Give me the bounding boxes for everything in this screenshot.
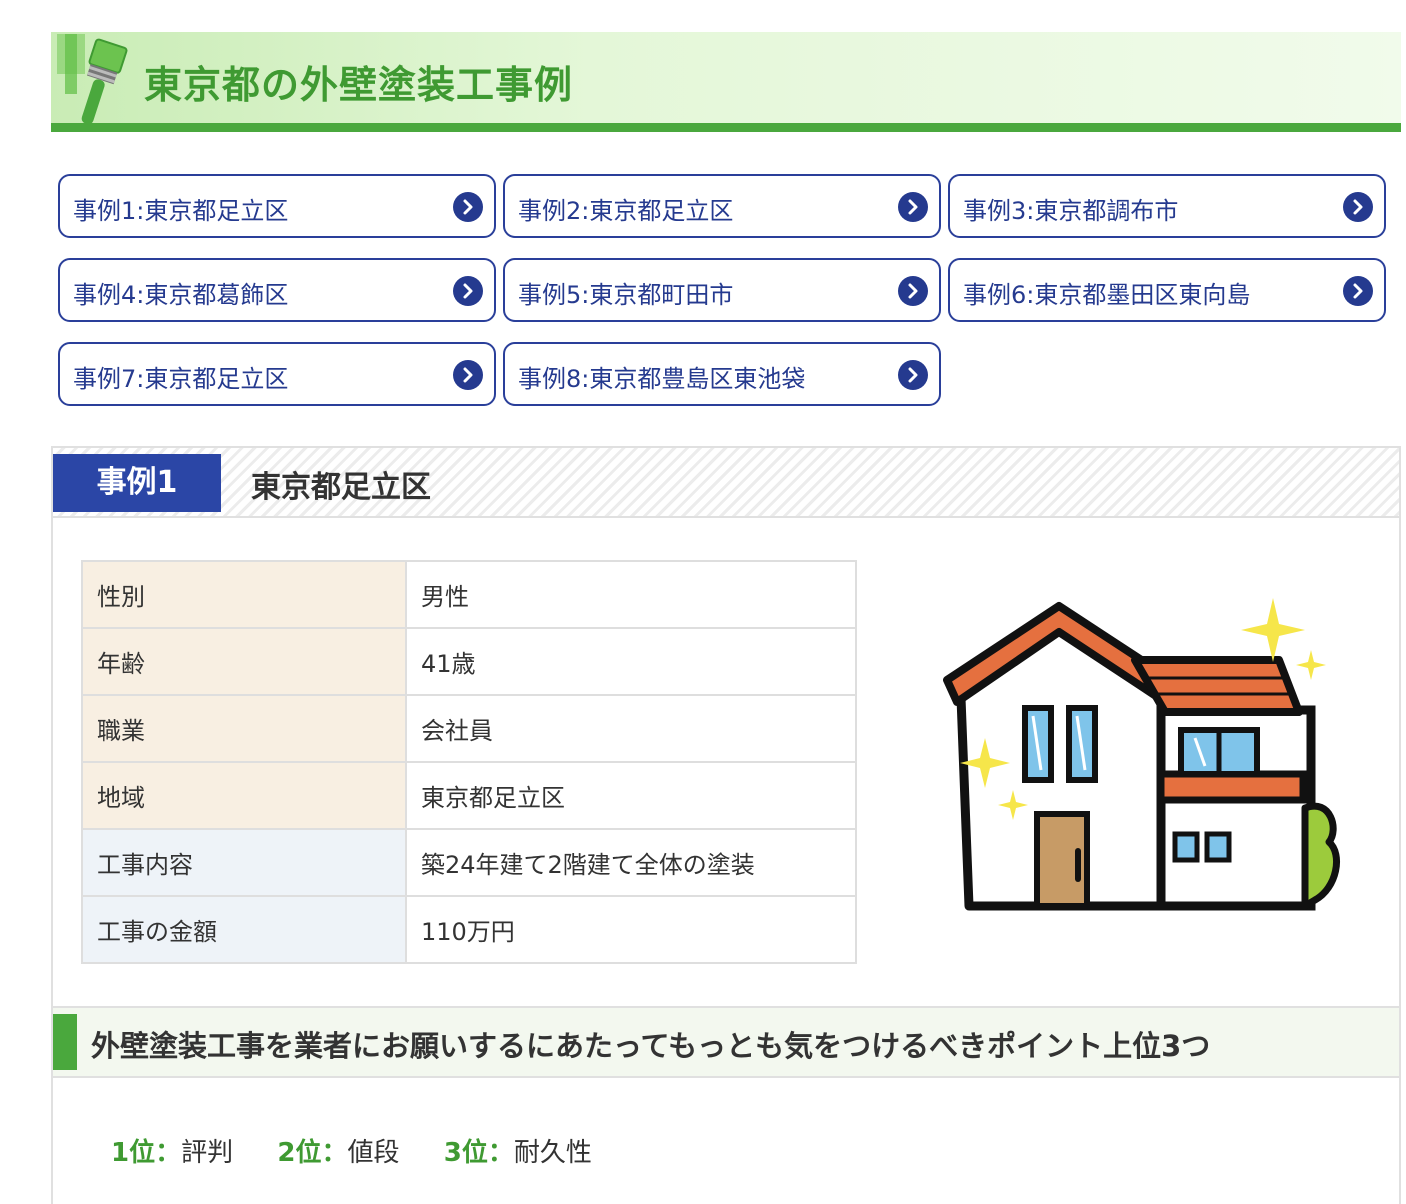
points-ranking: 1位：評判 2位：値段 3位：耐久性 — [111, 1132, 628, 1169]
table-key: 工事の金額 — [81, 895, 407, 964]
case-link-1[interactable]: 事例1:東京都足立区 — [58, 174, 496, 238]
table-value: 41歳 — [405, 627, 857, 696]
table-row: 地域 東京都足立区 — [81, 761, 857, 830]
rank-value: 評判 — [181, 1138, 234, 1168]
chevron-right-icon — [898, 360, 928, 390]
rank-value: 値段 — [347, 1138, 400, 1168]
table-row: 工事内容 築24年建て2階建て全体の塗装 — [81, 828, 857, 897]
rank-label: 3位： — [443, 1138, 514, 1168]
case-link-5[interactable]: 事例5:東京都町田市 — [503, 258, 941, 322]
case-link-label: 事例1:東京都足立区 — [73, 197, 289, 225]
points-heading: 外壁塗装工事を業者にお願いするにあたってもっとも気をつけるべきポイント上位3つ — [91, 1029, 1211, 1063]
case-link-7[interactable]: 事例7:東京都足立区 — [58, 342, 496, 406]
paint-brush-icon — [57, 34, 128, 125]
case-info-table: 性別 男性 年齢 41歳 職業 会社員 地域 東京都足立区 工事内容 築24年建… — [81, 560, 857, 964]
chevron-right-icon — [898, 276, 928, 306]
chevron-right-icon — [453, 276, 483, 306]
table-row: 性別 男性 — [81, 560, 857, 629]
table-value: 男性 — [405, 560, 857, 629]
case-link-8[interactable]: 事例8:東京都豊島区東池袋 — [503, 342, 941, 406]
rank-item: 1位：評判 — [111, 1132, 233, 1169]
table-key: 年齢 — [81, 627, 407, 696]
chevron-right-icon — [1343, 192, 1373, 222]
rank-label: 1位： — [111, 1138, 182, 1168]
table-key: 工事内容 — [81, 828, 407, 897]
table-row: 職業 会社員 — [81, 694, 857, 763]
case-link-label: 事例8:東京都豊島区東池袋 — [518, 365, 806, 393]
chevron-right-icon — [453, 192, 483, 222]
table-value: 会社員 — [405, 694, 857, 763]
table-row: 年齢 41歳 — [81, 627, 857, 696]
points-heading-bar: 外壁塗装工事を業者にお願いするにあたってもっとも気をつけるべきポイント上位3つ — [53, 1006, 1399, 1078]
rank-item: 2位：値段 — [277, 1132, 399, 1169]
house-illustration — [943, 598, 1340, 911]
case-link-4[interactable]: 事例4:東京都葛飾区 — [58, 258, 496, 322]
case-link-label: 事例5:東京都町田市 — [518, 281, 734, 309]
table-value: 東京都足立区 — [405, 761, 857, 830]
table-key: 性別 — [81, 560, 407, 629]
case-header: 事例1 東京都足立区 — [53, 448, 1399, 518]
case-link-label: 事例3:東京都調布市 — [963, 197, 1179, 225]
rank-item: 3位：耐久性 — [444, 1132, 592, 1169]
page-title: 東京都の外壁塗装工事例 — [144, 63, 574, 107]
table-key: 地域 — [81, 761, 407, 830]
page-header: 東京都の外壁塗装工事例 — [51, 32, 1401, 132]
rank-label: 2位： — [277, 1138, 348, 1168]
case-link-3[interactable]: 事例3:東京都調布市 — [948, 174, 1386, 238]
case-link-label: 事例4:東京都葛飾区 — [73, 281, 289, 309]
chevron-right-icon — [898, 192, 928, 222]
table-key: 職業 — [81, 694, 407, 763]
rank-value: 耐久性 — [513, 1138, 592, 1168]
case-link-label: 事例2:東京都足立区 — [518, 197, 734, 225]
case-link-6[interactable]: 事例6:東京都墨田区東向島 — [948, 258, 1386, 322]
heading-accent — [53, 1014, 77, 1070]
table-value: 築24年建て2階建て全体の塗装 — [405, 828, 857, 897]
case-title: 東京都足立区 — [251, 470, 431, 505]
case-link-label: 事例7:東京都足立区 — [73, 365, 289, 393]
case-link-2[interactable]: 事例2:東京都足立区 — [503, 174, 941, 238]
table-value: 110万円 — [405, 895, 857, 964]
table-row: 工事の金額 110万円 — [81, 895, 857, 964]
case-link-label: 事例6:東京都墨田区東向島 — [963, 281, 1251, 309]
chevron-right-icon — [1343, 276, 1373, 306]
case-section: 事例1 東京都足立区 性別 男性 年齢 41歳 職業 会社員 地域 東京都足立区… — [51, 446, 1401, 1204]
case-tag: 事例1 — [53, 454, 221, 512]
chevron-right-icon — [453, 360, 483, 390]
